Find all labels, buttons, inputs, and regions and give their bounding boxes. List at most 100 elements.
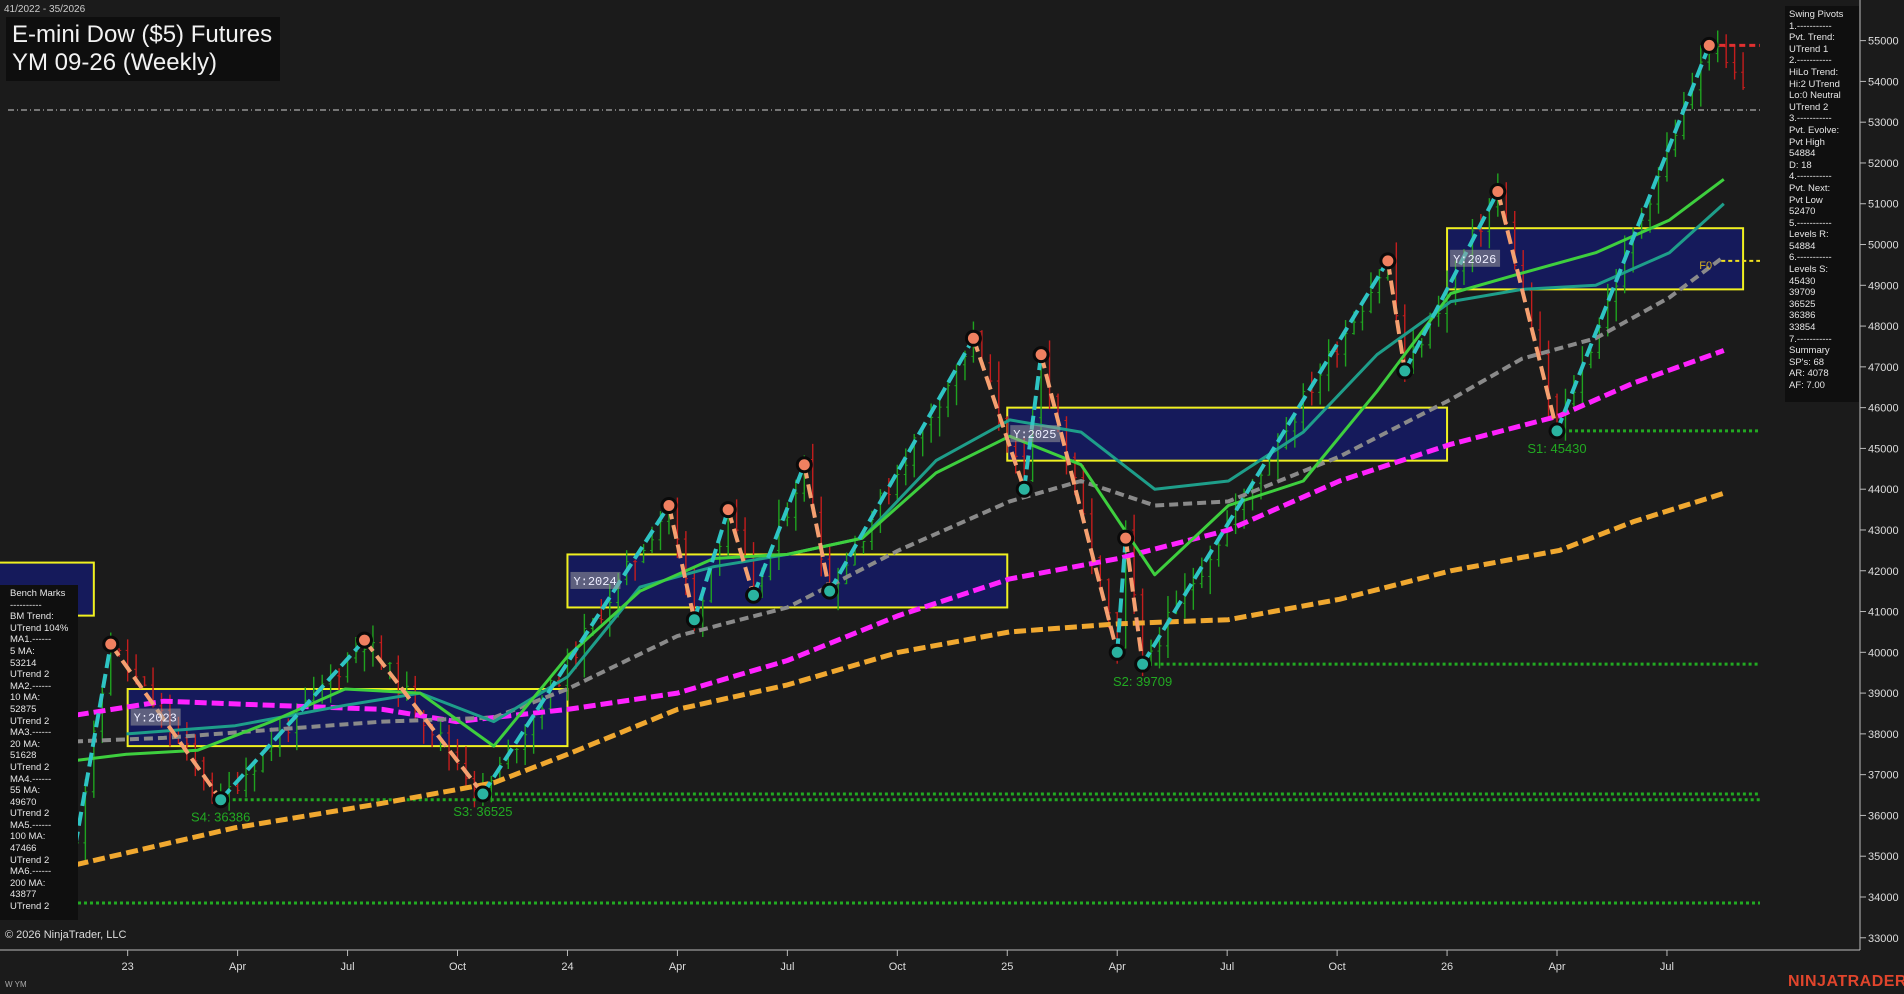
support-level-label: S4: 36386 (191, 810, 250, 825)
bench-panel-line: MA4.------ (10, 773, 52, 785)
swing-panel-line: 54884 (1789, 240, 1816, 252)
bench-panel-line: 20 MA: (10, 738, 41, 750)
swing-panel-line: 36386 (1789, 310, 1816, 322)
bench-panel-line: 200 MA: (10, 877, 46, 889)
pivot-low-marker (474, 785, 492, 803)
x-tick-label: Apr (1548, 961, 1565, 973)
y-tick-label: 36000 (1868, 810, 1899, 822)
swing-panel-line: AR: 4078 (1789, 368, 1829, 380)
bench-panel-line: 100 MA: (10, 831, 46, 843)
x-tick-label: Jul (1660, 961, 1674, 973)
bench-panel-line: Bench Marks (10, 588, 66, 599)
bench-panel-line: 5 MA: (10, 645, 35, 657)
bench-panel-line: UTrend 2 (10, 901, 50, 913)
pivot-high-marker (719, 501, 737, 519)
swing-panel-line: UTrend 2 (1789, 101, 1829, 113)
x-tick-label: 23 (122, 961, 134, 973)
x-tick-label: Jul (341, 961, 355, 973)
bench-panel-line: 10 MA: (10, 692, 41, 704)
swing-panel-line: 36525 (1789, 298, 1816, 310)
swing-panel-line: 54884 (1789, 148, 1816, 160)
year-box-label: Y:2025 (1013, 428, 1056, 442)
y-tick-label: 33000 (1868, 933, 1899, 945)
swing-panel-line: 2.----------- (1789, 55, 1832, 67)
swing-panel-line: Pvt. Evolve: (1789, 124, 1840, 136)
swing-panel-line: Swing Pivots (1789, 9, 1844, 20)
symbol-tag: W YM (5, 980, 27, 989)
bench-panel-line: UTrend 2 (10, 808, 50, 820)
swing-panel-line: 39709 (1789, 287, 1816, 299)
contract-timeframe: YM 09-26 (Weekly) (12, 49, 217, 76)
y-tick-label: 38000 (1868, 729, 1899, 741)
pivot-high-marker (964, 329, 982, 347)
y-tick-label: 41000 (1868, 607, 1899, 619)
swing-panel-line: Pvt. Trend: (1789, 32, 1835, 44)
pivot-high-marker (795, 456, 813, 474)
moving-average-line (59, 255, 1725, 744)
x-tick-label: Oct (889, 961, 906, 973)
pivot-low-marker (1108, 643, 1126, 661)
support-resistance-lines (60, 43, 1760, 905)
swing-panel-line: 1.----------- (1789, 20, 1832, 32)
y-tick-label: 44000 (1868, 484, 1899, 496)
bench-panel-line: 55 MA: (10, 785, 41, 797)
pivot-low-marker (821, 582, 839, 600)
instrument-name: E-mini Dow ($5) Futures (12, 21, 273, 48)
x-tick-label: Apr (669, 961, 686, 973)
bench-panel-line: 51628 (10, 750, 37, 762)
price-chart[interactable]: S1: 45430 S2: 39709 S3: 36525 S4: 36386 Y:20… (0, 0, 1904, 994)
pivot-low-marker (1015, 480, 1033, 498)
swing-panel-line: 52470 (1789, 206, 1816, 218)
swing-panel-line: Pvt Low (1789, 194, 1823, 206)
y-tick-label: 54000 (1868, 76, 1899, 88)
pivot-low-marker (1134, 655, 1152, 673)
bench-panel-line: UTrend 2 (10, 715, 50, 727)
bench-panel-line: UTrend 104% (10, 622, 69, 634)
x-tick-label: 25 (1001, 961, 1013, 973)
bench-panel-line: 47466 (10, 843, 37, 855)
swing-panel-line: 3.----------- (1789, 113, 1832, 125)
year-box-label: Y:2026 (1453, 253, 1496, 267)
swing-panel-line: 7.----------- (1789, 333, 1832, 345)
x-tick-label: 24 (561, 961, 573, 973)
chart-title: E-mini Dow ($5) Futures YM 09-26 (Weekly… (6, 17, 281, 81)
y-tick-label: 34000 (1868, 892, 1899, 904)
bench-panel-line: MA5.------ (10, 819, 52, 831)
chart-axes: 33000 34000 35000 36000 37000 38000 39000 40000… (0, 0, 1899, 973)
bench-panel-line: 43877 (10, 889, 37, 901)
y-tick-label: 52000 (1868, 158, 1899, 170)
swing-panel-line: Levels R: (1789, 229, 1829, 241)
bench-panel-line: MA6.------ (10, 866, 52, 878)
y-tick-label: 51000 (1868, 199, 1899, 211)
pivot-high-marker (660, 497, 678, 515)
bench-panel-line: 53214 (10, 657, 37, 669)
bench-panel-line: 49670 (10, 796, 37, 808)
x-tick-label: Jul (780, 961, 794, 973)
price-bars (58, 30, 1746, 910)
x-tick-label: Oct (1329, 961, 1346, 973)
swing-panel-line: 45430 (1789, 275, 1816, 287)
bench-panel-line: MA2.------ (10, 680, 52, 692)
moving-average-line (59, 348, 1725, 725)
pivot-high-marker (355, 631, 373, 649)
pivot-low-marker (1548, 422, 1566, 440)
swing-panel-line: HiLo Trend: (1789, 66, 1839, 78)
y-tick-label: 40000 (1868, 647, 1899, 659)
x-tick-label: Apr (1109, 961, 1126, 973)
pivot-high-marker (1379, 252, 1397, 270)
pivot-high-marker (1032, 346, 1050, 364)
moving-average-line (59, 490, 1725, 871)
swing-panel-line: 4.----------- (1789, 171, 1832, 183)
support-level-label: S2: 39709 (1113, 674, 1172, 689)
bench-panel-line: UTrend 2 (10, 761, 50, 773)
year-box-label: Y:2024 (573, 575, 616, 589)
swing-line (1140, 259, 1390, 666)
swing-panel-line: 33854 (1789, 322, 1816, 334)
x-tick-label: Oct (449, 961, 466, 973)
pivot-low-marker (1396, 362, 1414, 380)
y-tick-label: 50000 (1868, 240, 1899, 252)
y-tick-label: 42000 (1868, 566, 1899, 578)
swing-pivot-markers (59, 36, 1718, 894)
swing-pivot-lines (66, 44, 1712, 886)
bench-panel-line: ---------- (10, 599, 42, 611)
